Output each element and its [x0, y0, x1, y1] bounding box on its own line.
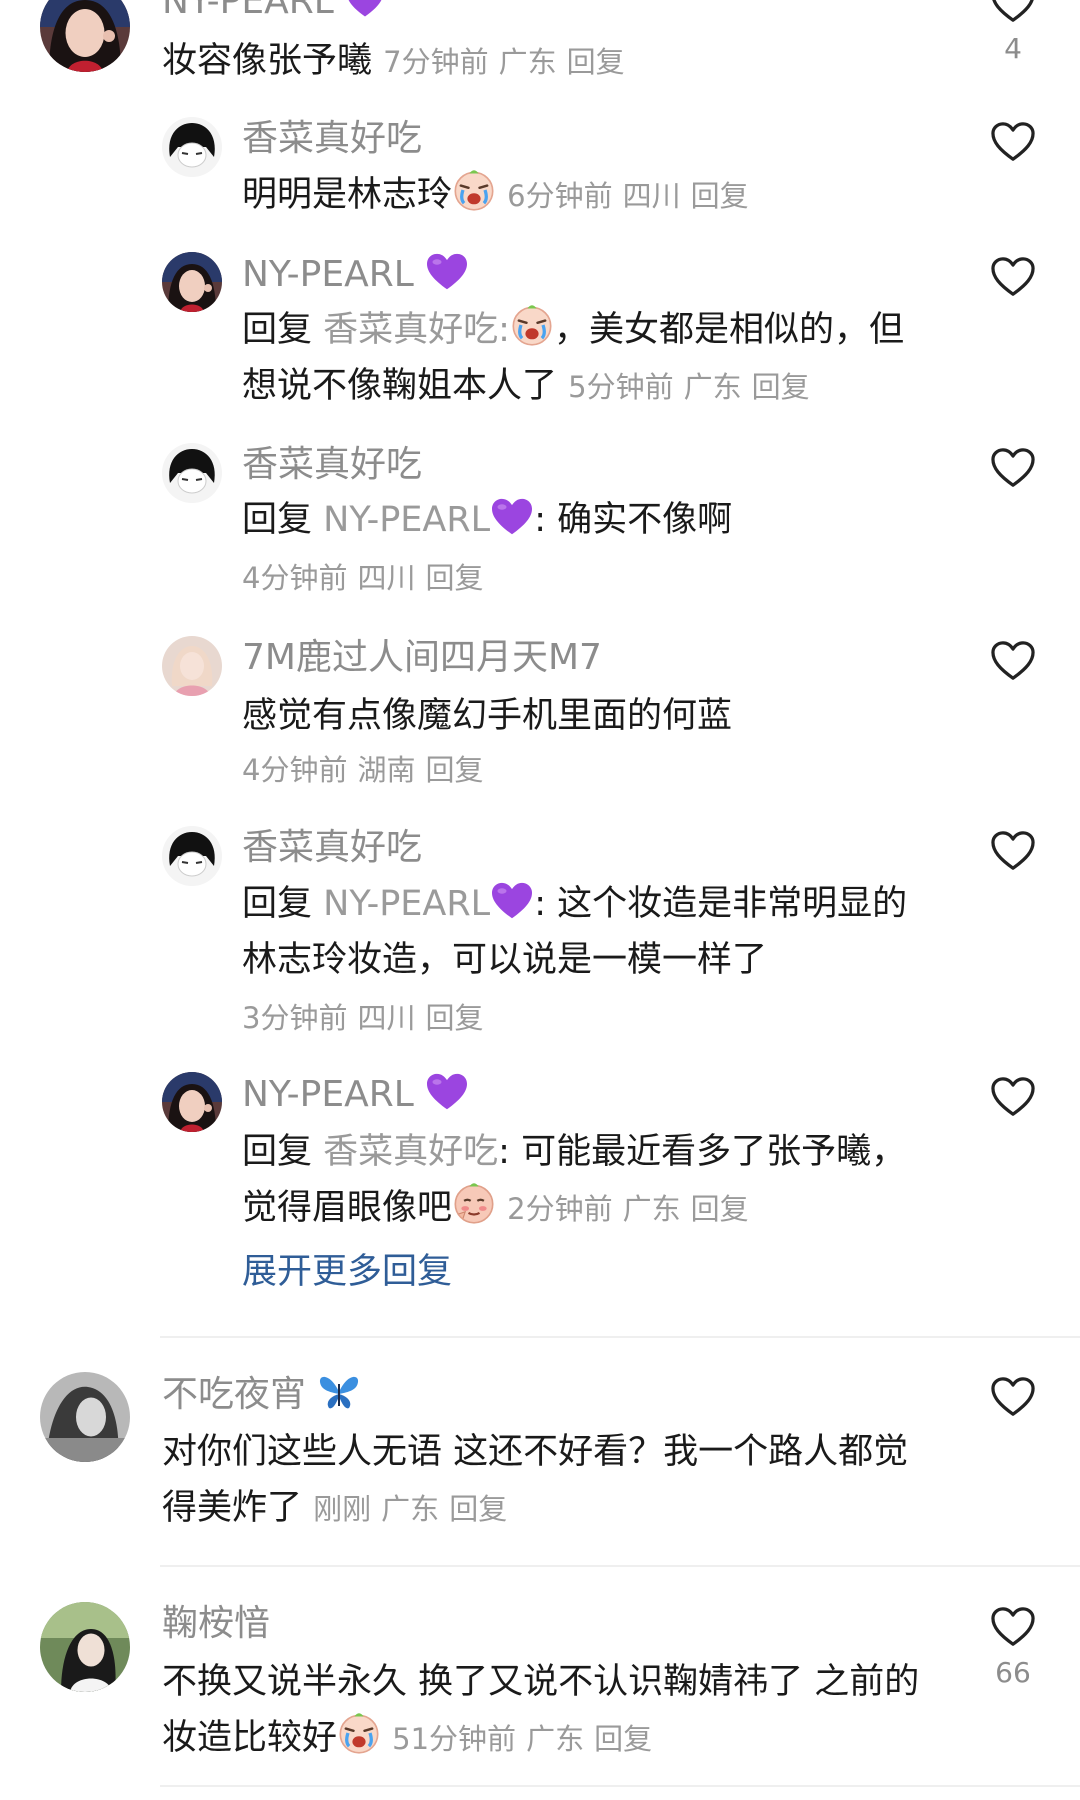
divider — [160, 1336, 1080, 1338]
like-button[interactable]: 4 — [983, 0, 1043, 66]
comment-username[interactable]: NY-PEARL — [162, 0, 385, 24]
comment-text: 想说不像鞠姐本人了 5分钟前 广东 回复 — [242, 358, 820, 415]
purple-heart-icon — [490, 497, 534, 537]
purple-heart-icon — [425, 1072, 469, 1112]
heart-outline-icon — [990, 447, 1036, 489]
avatar[interactable] — [162, 636, 222, 696]
crying-face-icon — [510, 303, 554, 347]
avatar[interactable] — [162, 443, 222, 503]
purple-heart-icon — [490, 881, 534, 921]
avatar[interactable] — [40, 1372, 130, 1462]
avatar[interactable] — [162, 252, 222, 312]
like-button[interactable] — [983, 1376, 1043, 1418]
mentioned-user[interactable]: 香菜真好吃: — [323, 310, 510, 350]
comment-username[interactable]: 香菜真好吃 — [242, 117, 422, 161]
comment-username[interactable]: 香菜真好吃 — [242, 443, 422, 487]
username-text: NY-PEARL — [242, 1074, 414, 1115]
like-count: 4 — [1004, 32, 1022, 65]
comment-username[interactable]: NY-PEARL — [242, 1072, 469, 1117]
like-button[interactable] — [983, 121, 1043, 163]
comment-username[interactable]: 香菜真好吃 — [242, 826, 422, 870]
comment-text: 明明是林志玲 6分钟前 四川 回复 — [242, 167, 759, 224]
comment-text: 对你们这些人无语 这还不好看？我一个路人都觉 — [162, 1432, 909, 1472]
blush-face-icon — [452, 1181, 496, 1225]
avatar[interactable] — [40, 0, 130, 72]
comment-meta: 4分钟前 四川 回复 — [242, 561, 484, 595]
like-button[interactable] — [983, 830, 1043, 872]
like-button[interactable] — [983, 1076, 1043, 1118]
comment-text: 回复 NY-PEARL: 确实不像啊 — [242, 492, 732, 548]
reply-button[interactable]: 回复 — [567, 45, 625, 79]
like-button[interactable]: 66 — [983, 1606, 1043, 1690]
reply-button[interactable]: 回复 — [594, 1722, 652, 1756]
comment-username[interactable]: 鞠桉愔 — [162, 1602, 270, 1646]
purple-heart-icon — [345, 0, 385, 19]
comment-username[interactable]: NY-PEARL — [242, 252, 469, 297]
like-button[interactable] — [983, 640, 1043, 682]
heart-outline-icon — [990, 640, 1036, 682]
comment-text: 妆容像张予曦 7分钟前 广东 回复 — [162, 33, 635, 90]
mentioned-user[interactable]: NY-PEARL — [323, 884, 490, 924]
heart-outline-icon — [990, 1376, 1036, 1418]
comment-text: 妆造比较好 51分钟前 广东 回复 — [162, 1710, 662, 1767]
like-button[interactable] — [983, 256, 1043, 298]
mentioned-user[interactable]: NY-PEARL — [323, 500, 490, 540]
crying-face-icon — [452, 168, 496, 212]
reply-button[interactable]: 回复 — [425, 753, 483, 787]
divider — [160, 1565, 1080, 1567]
butterfly-icon — [317, 1372, 361, 1412]
comment-meta: 5分钟前 广东 回复 — [568, 370, 810, 404]
heart-outline-icon — [990, 830, 1036, 872]
comment-meta: 刚刚 广东 回复 — [313, 1492, 508, 1526]
comment-username[interactable]: 不吃夜宵 — [162, 1372, 361, 1417]
comment-text: 不换又说半永久 换了又说不认识鞠婧祎了 之前的 — [162, 1662, 920, 1702]
username-text: 不吃夜宵 — [162, 1374, 307, 1415]
avatar[interactable] — [162, 826, 222, 886]
comment-meta: 3分钟前 四川 回复 — [242, 1001, 484, 1035]
heart-outline-icon — [990, 121, 1036, 163]
reply-button[interactable]: 回复 — [449, 1492, 507, 1526]
divider — [160, 1785, 1080, 1787]
comment-meta: 4分钟前 湖南 回复 — [242, 753, 484, 787]
avatar[interactable] — [40, 1602, 130, 1692]
reply-button[interactable]: 回复 — [691, 1192, 749, 1226]
comment-meta: 7分钟前 广东 回复 — [383, 45, 625, 79]
expand-replies-link[interactable]: 展开更多回复 — [242, 1250, 452, 1294]
mentioned-user[interactable]: 香菜真好吃 — [323, 1132, 498, 1172]
comment-meta: 2分钟前 广东 回复 — [507, 1192, 749, 1226]
comment-text: 回复 香菜真好吃: 可能最近看多了张予曦， — [242, 1132, 907, 1172]
comment-meta: 51分钟前 广东 回复 — [392, 1722, 653, 1756]
comment-text: 林志玲妆造，可以说是一模一样了 — [242, 940, 768, 980]
comment-text: 回复 香菜真好吃: ，美女都是相似的，但 — [242, 302, 904, 358]
heart-outline-icon — [990, 0, 1036, 24]
purple-heart-icon — [425, 252, 469, 292]
like-button[interactable] — [983, 447, 1043, 489]
comment-text: 觉得眉眼像吧 2分钟前 广东 回复 — [242, 1180, 759, 1237]
comment-text: 得美炸了 刚刚 广东 回复 — [162, 1480, 517, 1537]
avatar[interactable] — [162, 117, 222, 177]
crying-face-icon — [337, 1711, 381, 1755]
reply-button[interactable]: 回复 — [425, 561, 483, 595]
comment-username[interactable]: 7M鹿过人间四月天M7 — [242, 636, 602, 680]
reply-button[interactable]: 回复 — [691, 179, 749, 213]
heart-outline-icon — [990, 1076, 1036, 1118]
comment-meta: 6分钟前 四川 回复 — [507, 179, 749, 213]
reply-button[interactable]: 回复 — [425, 1001, 483, 1035]
heart-outline-icon — [990, 1606, 1036, 1648]
comment-text: 感觉有点像魔幻手机里面的何蓝 — [242, 696, 733, 736]
comment-text: 回复 NY-PEARL: 这个妆造是非常明显的 — [242, 876, 907, 932]
like-count: 66 — [995, 1656, 1031, 1689]
avatar[interactable] — [162, 1072, 222, 1132]
username-text: NY-PEARL — [162, 0, 334, 22]
heart-outline-icon — [990, 256, 1036, 298]
username-text: NY-PEARL — [242, 254, 414, 295]
reply-button[interactable]: 回复 — [752, 370, 810, 404]
